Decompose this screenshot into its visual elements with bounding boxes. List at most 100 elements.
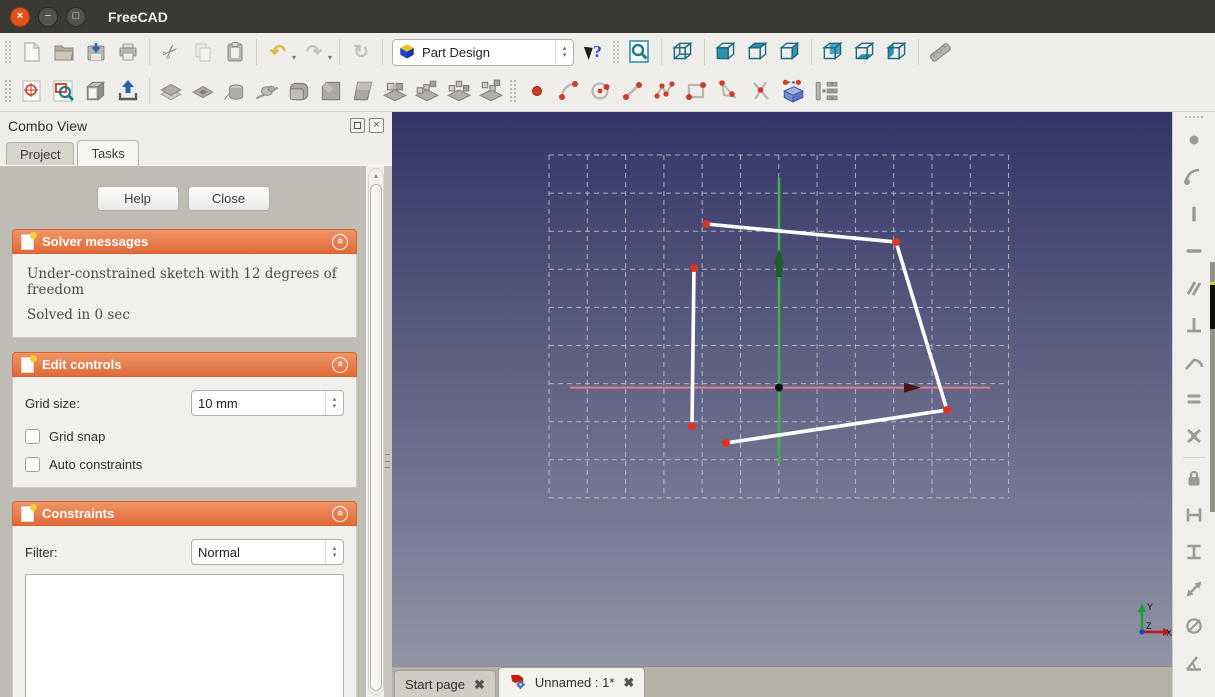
bottom-view-button[interactable] [849,35,881,69]
constrain-vertical-button[interactable] [1180,201,1208,229]
origin-point[interactable] [775,383,783,392]
sketch-line[interactable] [894,240,949,412]
workbench-selector[interactable]: Part Design ▴ ▾ [392,38,575,66]
chamfer-feature-button[interactable] [315,74,347,108]
constrain-radius-button[interactable] [1180,613,1208,641]
new-sketch-button[interactable] [16,74,48,108]
collapse-icon[interactable]: « [332,356,348,373]
constraints-filter-select[interactable]: Normal ▴ ▾ [191,539,344,565]
create-circle-button[interactable] [585,74,617,108]
workbench-spinner[interactable]: ▴ ▾ [555,39,573,65]
sketch-point[interactable] [690,264,698,272]
create-line-button[interactable] [617,74,649,108]
sketch-line[interactable] [690,266,696,428]
polar-pattern-button[interactable] [443,74,475,108]
measure-distance-button[interactable] [924,35,956,69]
panel-splitter[interactable] [384,166,392,697]
sketch-line[interactable] [704,222,898,244]
groove-button[interactable] [251,74,283,108]
sketch-point[interactable] [943,406,951,414]
leave-sketch-button[interactable] [112,74,144,108]
create-rectangle-button[interactable] [681,74,713,108]
auto-constraints-checkbox[interactable] [25,457,40,472]
solver-messages-header[interactable]: Solver messages « [12,229,357,254]
mirrored-button[interactable] [379,74,411,108]
top-view-button[interactable] [742,35,774,69]
3d-viewport[interactable]: YZX [392,112,1172,666]
constrain-angle-button[interactable] [1180,650,1208,678]
edit-controls-header[interactable]: Edit controls « [12,352,357,377]
whats-this-button[interactable]: ? [578,35,610,69]
pad-button[interactable] [155,74,187,108]
constrain-horizontal-distance-button[interactable] [1180,502,1208,530]
right-view-button[interactable] [774,35,806,69]
redo-button[interactable]: ↷ [298,35,330,69]
window-minimize-button[interactable]: − [38,6,58,27]
close-tab-icon[interactable]: ✖ [623,676,634,689]
close-button[interactable]: Close [187,186,270,211]
toggle-construction-button[interactable] [809,74,841,108]
undo-button[interactable]: ↶ [262,35,294,69]
constraints-header[interactable]: Constraints « [12,501,357,526]
open-document-button[interactable] [48,35,80,69]
panel-close-button[interactable]: × [369,118,384,133]
constrain-perpendicular-button[interactable] [1180,312,1208,340]
constrain-point-on-object-button[interactable] [1180,164,1208,192]
sketch-point[interactable] [892,238,900,246]
tasks-scrollbar[interactable]: ▴ [368,168,384,695]
draft-feature-button[interactable] [347,74,379,108]
create-fillet-button[interactable] [713,74,745,108]
sketch-point[interactable] [702,220,710,228]
constrain-horizontal-button[interactable] [1180,238,1208,266]
filter-spinner[interactable]: ▴ ▾ [325,540,343,564]
print-button[interactable] [112,35,144,69]
fillet-feature-button[interactable] [283,74,315,108]
constrain-symmetric-button[interactable] [1180,423,1208,451]
grid-snap-checkbox[interactable] [25,429,40,444]
axonometric-view-button[interactable] [667,35,699,69]
toolbar-drag-handle[interactable] [1185,116,1203,121]
create-point-button[interactable] [521,74,553,108]
save-document-button[interactable] [80,35,112,69]
collapse-icon[interactable]: « [332,505,348,522]
fit-all-button[interactable] [624,35,656,69]
grid-size-spinner[interactable]: ▴ ▾ [325,391,343,415]
redo-dropdown-arrow[interactable]: ▾ [328,53,332,62]
constrain-coincident-button[interactable] [1180,127,1208,155]
create-polyline-button[interactable] [649,74,681,108]
sketch-line[interactable] [724,408,949,445]
linear-pattern-button[interactable] [411,74,443,108]
constrain-parallel-button[interactable] [1180,275,1208,303]
sketch-point[interactable] [688,422,696,430]
cut-button[interactable]: ✂ [155,35,187,69]
revolution-button[interactable] [219,74,251,108]
window-close-button[interactable]: × [10,6,30,27]
multi-transform-button[interactable] [475,74,507,108]
grid-size-spinbox[interactable]: 10 mm ▴ ▾ [191,390,344,416]
refresh-button[interactable]: ↻ [345,35,377,69]
map-sketch-button[interactable] [80,74,112,108]
pocket-button[interactable] [187,74,219,108]
panel-float-button[interactable] [350,118,365,133]
left-view-button[interactable] [881,35,913,69]
constrain-equal-button[interactable] [1180,386,1208,414]
paste-button[interactable] [219,35,251,69]
constrain-distance-button[interactable] [1180,576,1208,604]
close-tab-icon[interactable]: ✖ [474,678,485,691]
new-document-button[interactable] [16,35,48,69]
tab-start-page[interactable]: Start page ✖ [394,670,496,697]
toolbar-drag-handle[interactable] [5,80,11,102]
collapse-icon[interactable]: « [332,233,348,250]
tab-tasks[interactable]: Tasks [77,140,139,166]
edit-sketch-button[interactable] [48,74,80,108]
tab-project[interactable]: Project [6,142,75,165]
trim-edge-button[interactable] [745,74,777,108]
constrain-tangent-button[interactable] [1180,349,1208,377]
scrollbar-thumb[interactable] [370,184,382,691]
sketch-point[interactable] [722,439,730,447]
help-button[interactable]: Help [96,186,179,211]
external-geometry-button[interactable] [777,74,809,108]
constraints-list[interactable] [25,574,344,697]
copy-button[interactable] [187,35,219,69]
tab-unnamed-document[interactable]: Unnamed : 1* ✖ [497,667,646,697]
